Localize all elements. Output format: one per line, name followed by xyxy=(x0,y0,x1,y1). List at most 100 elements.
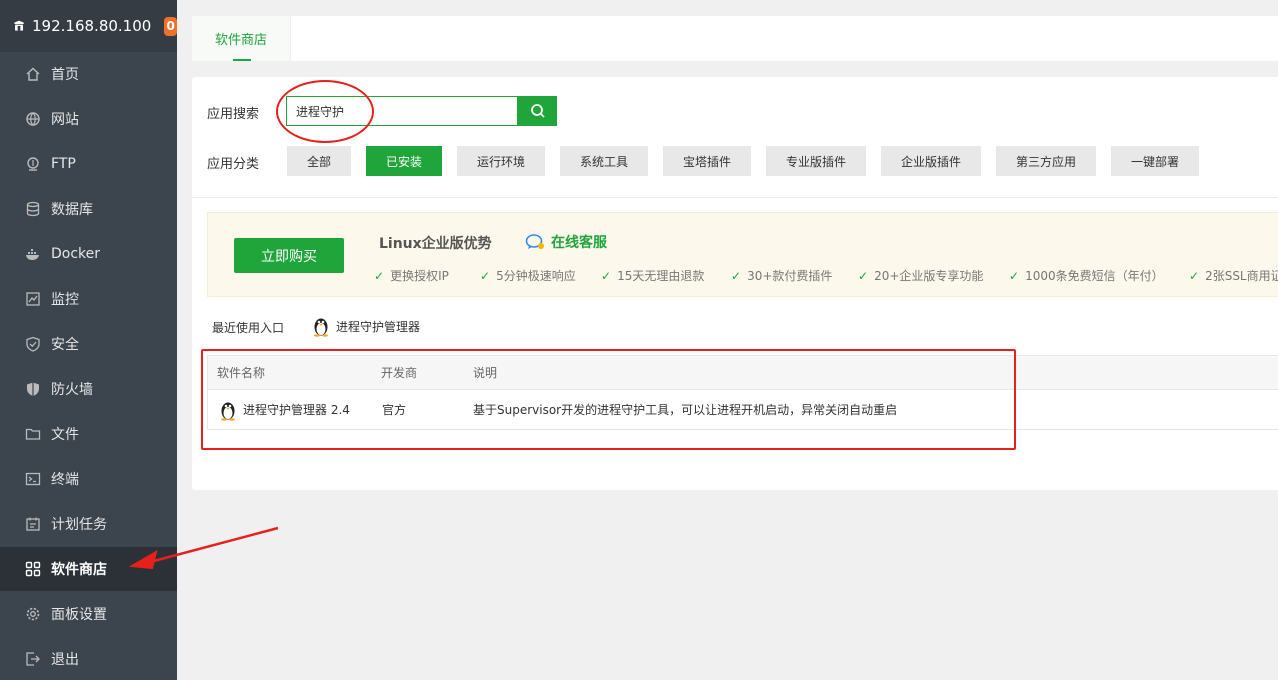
feature-item: ✓ 20+企业版专享功能 xyxy=(858,268,984,284)
sidebar-item-terminal[interactable]: 终端 xyxy=(0,457,177,501)
gear-icon xyxy=(24,606,41,623)
col-vendor: 开发商 xyxy=(381,366,418,380)
shield-icon xyxy=(24,336,41,353)
category-all[interactable]: 全部 xyxy=(287,146,351,176)
col-name: 软件名称 xyxy=(217,366,266,380)
software-description: 基于Supervisor开发的进程守护工具，可以让进程开机启动，异常关闭自动重启 xyxy=(473,403,898,417)
category-installed[interactable]: 已安装 xyxy=(366,146,442,176)
check-icon: ✓ xyxy=(374,268,385,283)
feature-item: ✓ 2张SSL商用证 xyxy=(1189,268,1278,284)
monitor-icon xyxy=(24,291,41,308)
sidebar-item-home[interactable]: 首页 xyxy=(0,52,177,96)
promo-title: Linux企业版优势 xyxy=(379,236,492,252)
software-name: 进程守护管理器 2.4 xyxy=(243,403,350,417)
category-enterprise-plugins[interactable]: 企业版插件 xyxy=(881,146,981,176)
tab-bar: 软件商店 xyxy=(192,16,1278,61)
search-input[interactable] xyxy=(287,97,517,125)
check-icon: ✓ xyxy=(858,268,869,283)
feature-item: ✓ 1000条免费短信（年付） xyxy=(1009,268,1164,284)
check-icon: ✓ xyxy=(731,268,742,283)
category-one-click-deploy[interactable]: 一键部署 xyxy=(1111,146,1199,176)
sidebar-item-label: 防火墙 xyxy=(51,382,93,398)
recent-entry-supervisor[interactable]: 进程守护管理器 xyxy=(312,315,420,337)
calendar-icon xyxy=(24,516,41,533)
online-support-link[interactable]: 在线客服 xyxy=(525,232,607,252)
sidebar-item-settings[interactable]: 面板设置 xyxy=(0,592,177,636)
check-icon: ✓ xyxy=(480,268,491,283)
category-bt-plugins[interactable]: 宝塔插件 xyxy=(663,146,751,176)
app-store-panel: 应用搜索 应用分类 全部 已安装 运行环境 系统工具 宝塔插件 专业版插件 企业… xyxy=(192,77,1278,490)
feature-item: ✓ 更换授权IP xyxy=(374,268,449,284)
firewall-shield-icon xyxy=(24,381,41,398)
sidebar-item-security[interactable]: 安全 xyxy=(0,322,177,366)
buy-now-button[interactable]: 立即购买 xyxy=(234,238,344,273)
tab-app-store[interactable]: 软件商店 xyxy=(192,16,291,61)
penguin-icon xyxy=(314,318,328,337)
sidebar-item-firewall[interactable]: 防火墙 xyxy=(0,367,177,411)
sidebar-item-app-store[interactable]: 软件商店 xyxy=(0,547,177,591)
divider xyxy=(192,197,1278,198)
logout-icon xyxy=(24,651,41,668)
database-icon xyxy=(24,201,41,218)
enterprise-promo: 立即购买 Linux企业版优势 在线客服 ✓ 更换授权IP ✓ 5分钟极速响应 ✓ 1… xyxy=(207,212,1278,297)
feature-item: ✓ 30+款付费插件 xyxy=(731,268,833,284)
server-ip: 192.168.80.100 xyxy=(32,17,152,35)
check-icon: ✓ xyxy=(1189,268,1200,283)
sidebar-item-label: 软件商店 xyxy=(51,562,107,578)
sidebar-item-label: FTP xyxy=(51,156,76,172)
sidebar-item-label: 终端 xyxy=(51,472,79,488)
terminal-icon xyxy=(24,471,41,488)
sidebar-item-ftp[interactable]: FTP xyxy=(0,142,177,186)
sidebar-item-cron[interactable]: 计划任务 xyxy=(0,502,177,546)
notification-badge[interactable]: 0 xyxy=(164,16,177,36)
sidebar-item-files[interactable]: 文件 xyxy=(0,412,177,456)
sidebar-item-label: 网站 xyxy=(51,112,79,128)
feature-item: ✓ 15天无理由退款 xyxy=(601,268,705,284)
sidebar: 192.168.80.100 0 首页 网站 FTP 数据库 Docker 监控… xyxy=(0,0,177,680)
sidebar-header: 192.168.80.100 0 xyxy=(0,0,177,52)
category-runtime[interactable]: 运行环境 xyxy=(457,146,545,176)
category-label: 应用分类 xyxy=(207,157,260,172)
sidebar-item-website[interactable]: 网站 xyxy=(0,97,177,141)
table-header: 软件名称 开发商 说明 xyxy=(208,356,1278,390)
search-box xyxy=(286,96,518,126)
sidebar-item-label: 退出 xyxy=(51,652,79,668)
sidebar-item-monitor[interactable]: 监控 xyxy=(0,277,177,321)
software-table: 软件名称 开发商 说明 进程守护管理器 2.4 官方 基于Supervisor开… xyxy=(207,355,1278,430)
chat-bubble-icon xyxy=(525,234,544,249)
sidebar-item-label: 数据库 xyxy=(51,202,93,218)
feature-item: ✓ 5分钟极速响应 xyxy=(480,268,576,284)
panel-logo-icon xyxy=(14,20,24,31)
sidebar-item-label: 计划任务 xyxy=(51,517,107,533)
sidebar-item-label: 首页 xyxy=(51,67,79,83)
recent-entry-label: 最近使用入口 xyxy=(212,321,285,335)
globe-icon xyxy=(24,111,41,128)
category-system-tools[interactable]: 系统工具 xyxy=(560,146,648,176)
row-name-cell: 进程守护管理器 2.4 xyxy=(219,390,350,430)
folder-icon xyxy=(24,426,41,443)
penguin-icon xyxy=(221,402,235,421)
sidebar-item-database[interactable]: 数据库 xyxy=(0,187,177,231)
ftp-icon xyxy=(24,156,41,173)
online-support-label: 在线客服 xyxy=(551,235,607,251)
sidebar-item-logout[interactable]: 退出 xyxy=(0,637,177,680)
grid-icon xyxy=(24,561,41,578)
check-icon: ✓ xyxy=(1009,268,1020,283)
sidebar-item-label: Docker xyxy=(51,246,101,262)
sidebar-item-label: 监控 xyxy=(51,292,79,308)
check-icon: ✓ xyxy=(601,268,612,283)
search-button[interactable] xyxy=(518,96,557,126)
home-icon xyxy=(24,66,41,83)
category-pro-plugins[interactable]: 专业版插件 xyxy=(766,146,866,176)
sidebar-item-label: 面板设置 xyxy=(51,607,107,623)
sidebar-item-label: 文件 xyxy=(51,427,79,443)
search-icon xyxy=(530,104,545,118)
sidebar-item-label: 安全 xyxy=(51,337,79,353)
col-description: 说明 xyxy=(473,366,498,380)
software-vendor: 官方 xyxy=(382,403,407,417)
sidebar-item-docker[interactable]: Docker xyxy=(0,232,177,276)
docker-icon xyxy=(24,246,41,263)
search-label: 应用搜索 xyxy=(207,107,260,122)
recent-entry-name: 进程守护管理器 xyxy=(336,319,421,334)
category-third-party[interactable]: 第三方应用 xyxy=(996,146,1096,176)
